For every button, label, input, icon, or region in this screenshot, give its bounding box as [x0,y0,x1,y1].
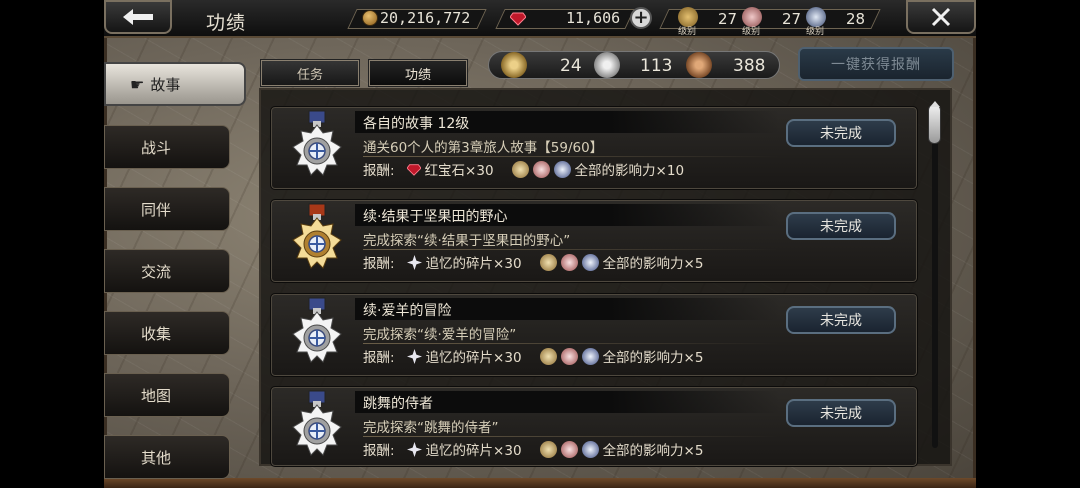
blue-influence-icon [553,160,571,178]
add-rubies-button[interactable]: + [630,7,652,29]
gold-coin-icon [362,10,378,26]
card-divider [363,436,778,437]
reward-row: 报酬: 追忆的碎片×30 全部的影响力×5 [363,346,703,366]
blue-influence-icon [581,440,599,458]
card-divider [363,343,778,344]
close-icon [931,7,951,27]
card-divider [363,249,778,250]
silver-medal-icon [287,296,347,376]
scrollbar-thumb[interactable] [928,104,941,144]
red-influence-icon [560,253,578,271]
sidebar-item-label: 同伴 [141,200,172,219]
achievement-status-button[interactable]: 未完成 [786,399,896,427]
ruby-amount: 11,606 [566,9,621,27]
sidebar-item-label: 故事 [150,75,181,94]
sidebar-item-label: 交流 [141,262,172,281]
memory-shard-icon [406,254,422,270]
reward-row: 报酬: 追忆的碎片×30 全部的影响力×5 [363,439,703,459]
sidebar-item-other[interactable]: 其他 [104,435,230,479]
silver-medal-icon [287,389,347,466]
scroll-up-icon [930,101,940,107]
sidebar-item-interaction[interactable]: 交流 [104,249,230,293]
red-influence-icon [532,160,550,178]
memory-shard-icon [406,348,422,364]
reward-label: 报酬: [363,256,395,272]
page-title: 功绩 [206,12,247,34]
sidebar-item-map[interactable]: 地图 [104,373,230,417]
ruby-icon [406,164,421,176]
sidebar-item-label: 其他 [141,448,172,467]
pointing-hand-icon: ☛ [130,74,145,94]
arrow-left-icon [123,9,153,25]
reward-row: 报酬: 追忆的碎片×30 全部的影响力×5 [363,252,703,272]
bronze-medal-icon [686,52,712,78]
rank-label-gold: 级别 [678,27,697,37]
gold-influence-icon [539,253,557,271]
rank-label-blue: 级别 [806,27,825,37]
achievement-status-button[interactable]: 未完成 [786,306,896,334]
achievement-status-button[interactable]: 未完成 [786,119,896,147]
memory-shard-icon [406,441,422,457]
gold-medal-icon [501,52,527,78]
tab-label: 功绩 [404,67,431,83]
sidebar-item-label: 战斗 [141,138,172,157]
gold-influence-icon [511,160,529,178]
bronze-medal-count: 388 [733,56,766,76]
reward-label: 报酬: [363,163,395,179]
achievement-description: 完成探索“续·爱羊的冒险” [363,327,517,343]
rank-label-red: 级别 [742,27,761,37]
sidebar-item-collection[interactable]: 收集 [104,311,230,355]
gold-influence-icon [539,347,557,365]
sidebar-item-label: 地图 [141,386,172,405]
claim-all-button[interactable]: 一键获得报酬 [798,47,954,81]
achievement-description: 完成探索“跳舞的侍者” [363,420,499,436]
achievement-title: 各自的故事 12级 [355,111,780,133]
achievement-description: 完成探索“续·结果于坚果田的野心” [363,233,571,249]
back-button[interactable] [104,0,172,34]
reward-label: 报酬: [363,443,395,459]
influence-reward: 全部的影响力×10 [574,163,685,179]
gold-influence-icon [539,440,557,458]
reward-item: 追忆的碎片×30 [425,256,522,272]
influence-reward: 全部的影响力×5 [602,350,704,366]
achievement-title: 续·结果于坚果田的野心 [355,204,780,226]
ruby-icon [510,12,526,26]
reward-row: 报酬: 红宝石×30 全部的影响力×10 [363,159,684,179]
reward-label: 报酬: [363,350,395,366]
blue-influence-icon [581,347,599,365]
influence-reward: 全部的影响力×5 [602,256,704,272]
sidebar-item-story[interactable]: ☛ 故事 [104,62,246,106]
tab-achievements[interactable]: 功绩 [368,59,468,87]
achievement-description: 通关60个人的第3章旅人故事【59/60】 [363,140,604,156]
gold-medal-count: 24 [560,56,582,76]
gold-amount: 20,216,772 [380,9,471,27]
red-rank-value: 27 [782,10,802,28]
silver-medal-icon [594,52,620,78]
achievement-title: 续·爱羊的冒险 [355,298,780,320]
silver-medal-count: 113 [640,56,673,76]
influence-reward: 全部的影响力×5 [602,443,704,459]
blue-rank-value: 28 [846,10,866,28]
card-divider [363,156,778,157]
scrollbar-track[interactable] [932,112,938,448]
achievement-status-button[interactable]: 未完成 [786,212,896,240]
frame-bottom [104,478,976,488]
reward-item: 追忆的碎片×30 [425,350,522,366]
reward-item: 追忆的碎片×30 [425,443,522,459]
sidebar-item-companions[interactable]: 同伴 [104,187,230,231]
reward-item: 红宝石×30 [424,163,494,179]
close-button[interactable] [906,0,976,34]
gold-medal-icon [287,202,347,282]
tab-label: 任务 [296,67,323,83]
silver-medal-icon [287,109,347,189]
sidebar-item-label: 收集 [141,324,172,343]
tab-missions[interactable]: 任务 [260,59,360,87]
red-influence-icon [560,440,578,458]
sidebar-item-battle[interactable]: 战斗 [104,125,230,169]
achievement-title: 跳舞的侍者 [355,391,780,413]
red-influence-icon [560,347,578,365]
blue-influence-icon [581,253,599,271]
gold-rank-value: 27 [718,10,738,28]
